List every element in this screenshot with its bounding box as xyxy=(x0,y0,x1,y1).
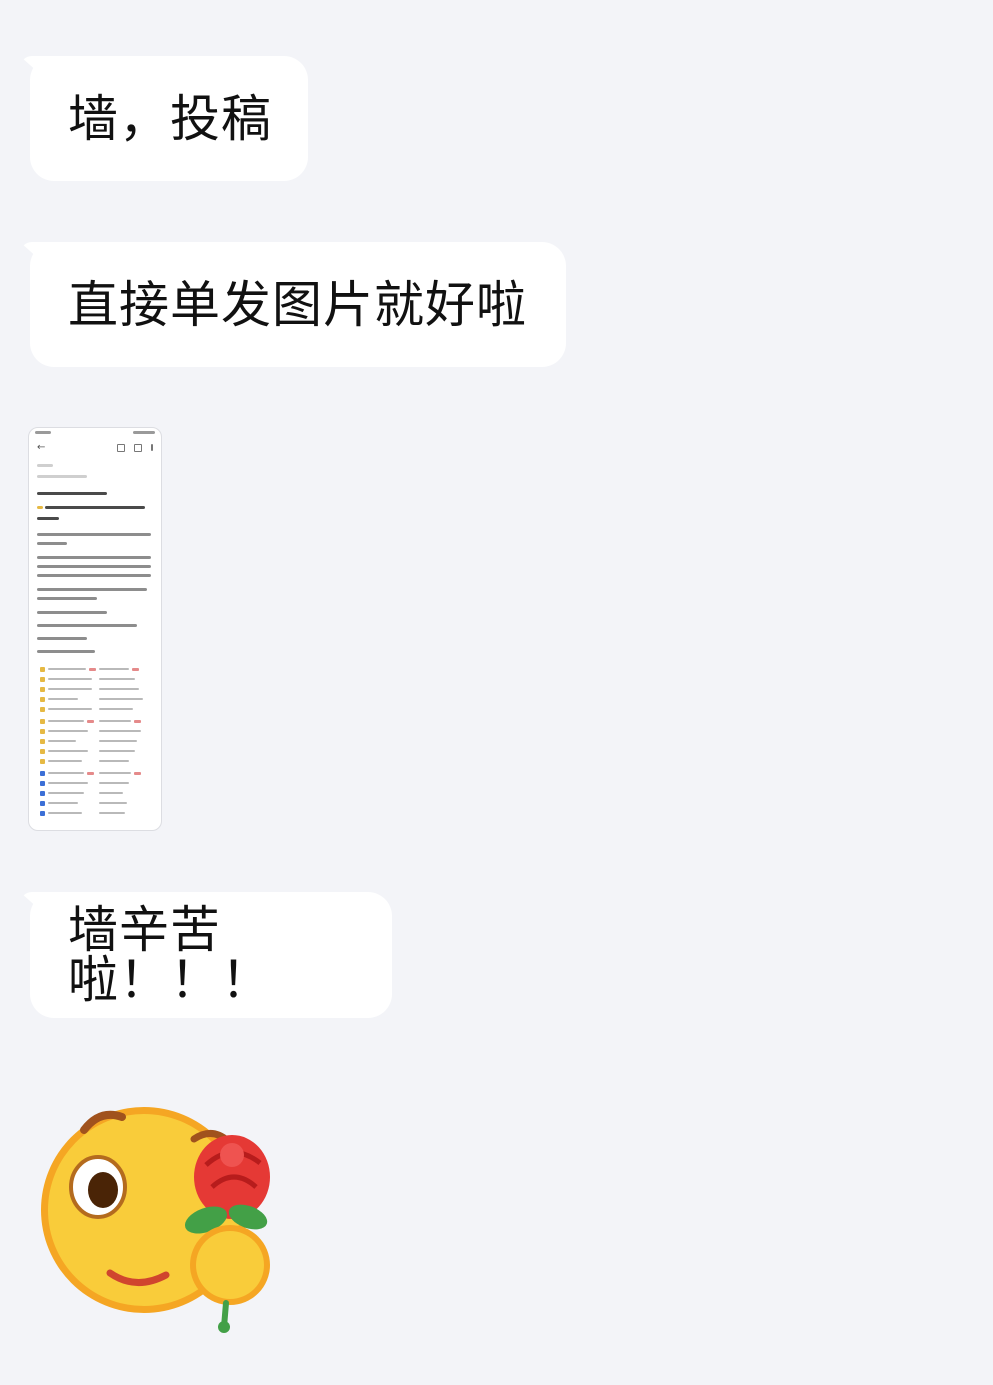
thumbnail-back-arrow-icon: ← xyxy=(37,442,46,453)
image-message-thumbnail[interactable]: ← xyxy=(28,427,162,831)
smiley-holding-rose-icon[interactable] xyxy=(36,1095,281,1335)
thumbnail-action-icons xyxy=(117,444,153,452)
message-bubble-1[interactable]: 墙，投稿 xyxy=(30,56,308,181)
message-bubble-2[interactable]: 直接单发图片就好啦 xyxy=(30,242,566,367)
message-text: 墙辛苦啦！！！ xyxy=(68,901,272,1009)
sticker-graphic xyxy=(41,1107,270,1333)
thumbnail-status-bar xyxy=(35,431,155,437)
message-text: 直接单发图片就好啦 xyxy=(68,275,527,334)
message-bubble-4[interactable]: 墙辛苦啦！！！ xyxy=(30,892,392,1018)
message-text: 墙，投稿 xyxy=(68,89,272,148)
